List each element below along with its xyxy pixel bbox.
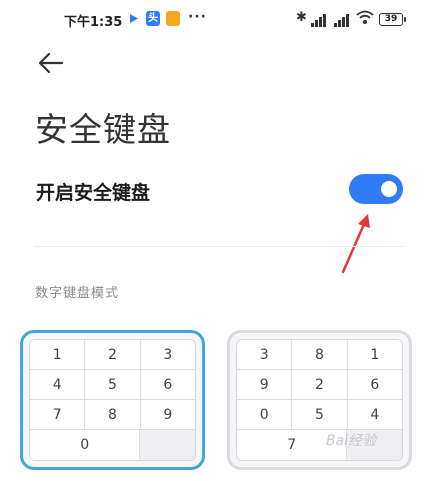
keypad-grid: 1 2 3 4 5 6 7 8 9 0 (29, 339, 196, 461)
keypad-row: 0 (30, 430, 195, 460)
keypad-key: 7 (30, 400, 86, 429)
toggle-knob (381, 181, 397, 197)
keypad-key: 2 (85, 340, 141, 369)
keypad-key: 1 (30, 340, 86, 369)
keypad-key: 3 (163, 346, 173, 363)
wifi-icon (356, 10, 374, 25)
app-notification-icon: 头 (146, 11, 160, 26)
battery-icon: 39 (379, 13, 406, 26)
keypad-row: 3 8 1 (237, 340, 402, 370)
more-notifications-icon: ··· (188, 9, 207, 25)
keypad-key: 8 (292, 340, 348, 369)
keypad-key: 3 (237, 340, 293, 369)
keypad-row: 0 5 4 (237, 400, 402, 430)
keypad-key: 9 (163, 406, 173, 423)
divider (34, 246, 404, 247)
signal-icon (333, 12, 351, 27)
watermark-logo: Bai经验 (326, 433, 377, 449)
play-icon (128, 11, 140, 26)
random-keypad-option[interactable]: 3 8 1 9 2 6 0 5 4 7 (227, 330, 412, 470)
keypad-key: 5 (85, 370, 141, 399)
keypad-key: 8 (85, 400, 141, 429)
message-icon (166, 11, 180, 26)
annotation-arrow-icon (341, 214, 370, 274)
setting-label: 开启安全键盘 (36, 182, 151, 204)
status-bar: 下午1:35 头 ··· ✱ 39 (0, 0, 436, 38)
keypad-blank-key (140, 430, 195, 460)
keypad-key: 6 (370, 376, 380, 393)
keypad-key: 9 (237, 370, 293, 399)
keypad-grid: 3 8 1 9 2 6 0 5 4 7 (236, 339, 403, 461)
ordered-keypad-option[interactable]: 1 2 3 4 5 6 7 8 9 0 (20, 330, 205, 470)
keypad-key: 4 (30, 370, 86, 399)
keypad-key: 1 (370, 346, 380, 363)
keypad-row: 1 2 3 (30, 340, 195, 370)
keypad-key: 0 (30, 430, 141, 460)
keypad-key: 0 (237, 400, 293, 429)
keypad-key: 2 (292, 370, 348, 399)
page-title: 安全键盘 (35, 110, 171, 149)
keypad-key: 5 (292, 400, 348, 429)
section-label: 数字键盘模式 (35, 286, 120, 301)
keypad-key: 4 (370, 406, 380, 423)
bluetooth-icon: ✱ (296, 10, 307, 25)
arrow-left-icon (38, 52, 64, 74)
status-time: 下午1:35 (64, 15, 123, 30)
keypad-key: 6 (163, 376, 173, 393)
keypad-row: 9 2 6 (237, 370, 402, 400)
back-button[interactable] (36, 50, 66, 76)
keypad-row: 4 5 6 (30, 370, 195, 400)
keypad-row: 7 (237, 430, 402, 460)
keypad-row: 7 8 9 (30, 400, 195, 430)
signal-icon (310, 12, 328, 27)
